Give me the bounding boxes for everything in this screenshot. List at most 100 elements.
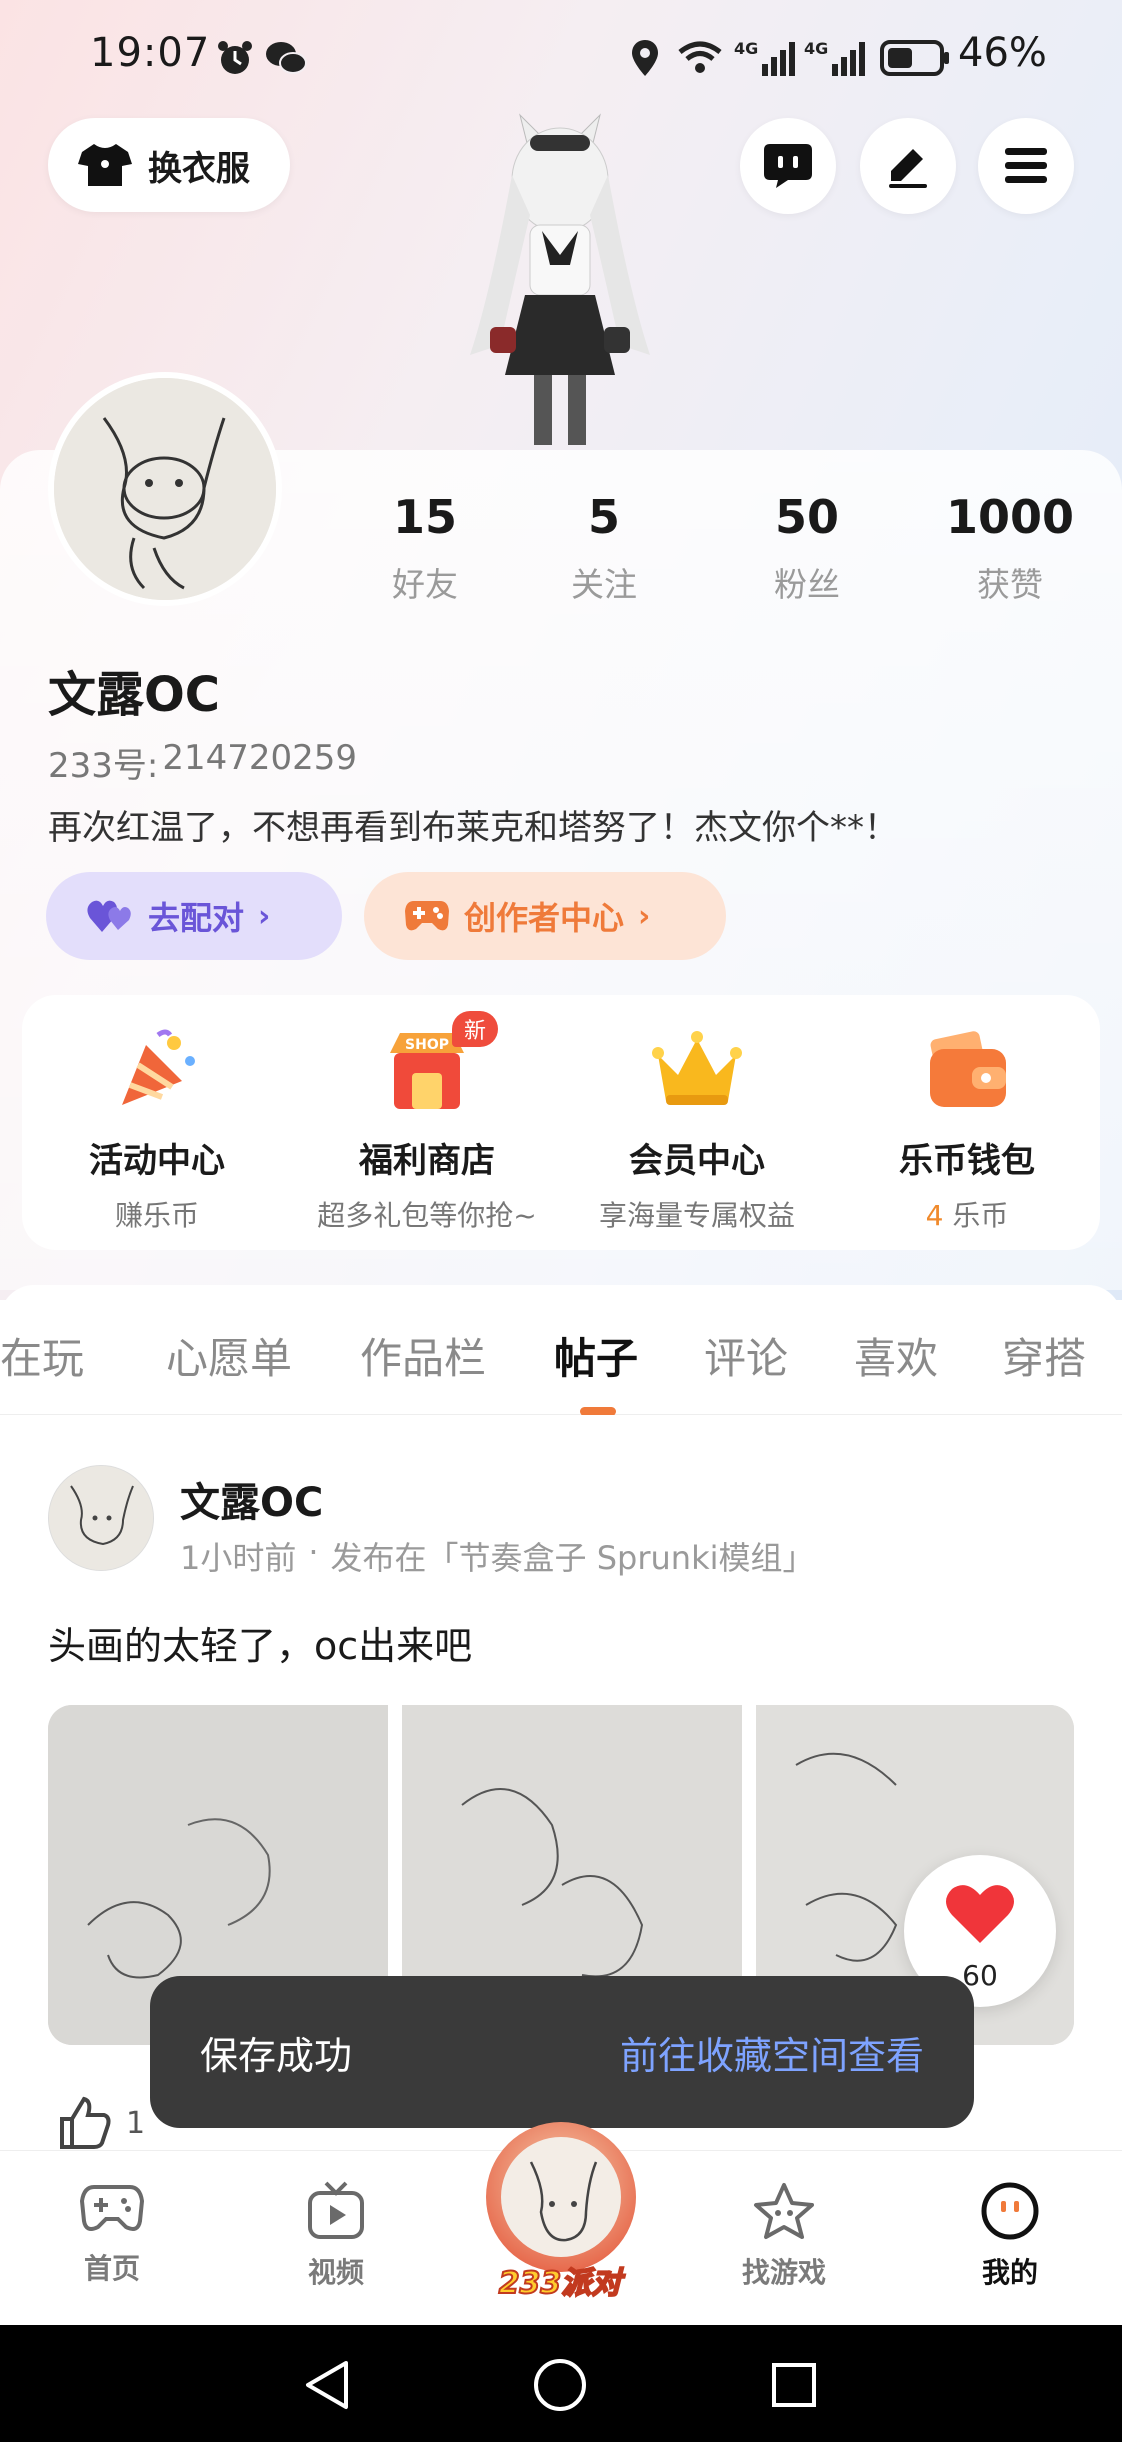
nav-233-party[interactable]: 233派对: [480, 2112, 640, 2312]
shortcut-wallet-sub: 4 乐币: [832, 1194, 1102, 1234]
stat-following-label: 关注: [571, 565, 637, 604]
nav-find-games-label: 找游戏: [741, 2256, 826, 2289]
svg-text:4G: 4G: [804, 39, 828, 58]
tab-outfits[interactable]: 穿搭: [1002, 1325, 1086, 1386]
post-author-avatar[interactable]: [48, 1465, 154, 1571]
wechat-icon: [266, 42, 307, 74]
profile-face-icon: [981, 2182, 1039, 2240]
tab-wishlist[interactable]: 心愿单: [166, 1325, 292, 1386]
new-badge: 新: [452, 1011, 499, 1047]
meta-dot: ·: [308, 1533, 319, 1571]
profile-nickname: 文露OC: [48, 667, 221, 723]
system-navigation-bar: [0, 2325, 1122, 2442]
home-circle-icon[interactable]: [532, 2357, 588, 2413]
thumbs-up-icon[interactable]: [56, 2095, 112, 2150]
messages-button[interactable]: [740, 118, 836, 214]
chevron-right-icon: ›: [638, 898, 651, 934]
tshirt-icon: [78, 144, 132, 186]
post-text[interactable]: 头画的太轻了，oc出来吧: [48, 1615, 472, 1670]
menu-button[interactable]: [978, 118, 1074, 214]
stat-following-value: 5: [587, 490, 620, 544]
change-outfit-label: 换衣服: [148, 148, 250, 189]
post-time: 1小时前: [180, 1539, 297, 1577]
shortcut-member-center[interactable]: 会员中心 享海量专属权益: [562, 1025, 832, 1234]
post-location[interactable]: 发布在「节奏盒子 Sprunki模组」: [331, 1533, 815, 1579]
post-author-name[interactable]: 文露OC: [180, 1470, 323, 1528]
go-match-button[interactable]: 去配对 ›: [46, 872, 342, 960]
double-heart-icon: [87, 900, 131, 932]
3d-avatar-character[interactable]: [430, 95, 690, 455]
shortcut-shop-title: 福利商店: [359, 1141, 495, 1181]
nav-me-label: 我的: [981, 2256, 1038, 2289]
chevron-right-icon: ›: [258, 898, 271, 934]
wallet-icon: [930, 1031, 1006, 1107]
shortcut-shop-sub: 超多礼包等你抢~: [317, 1199, 537, 1232]
shortcut-panel: 活动中心 赚乐币 SHOP 新 福利商店 超多礼包等你抢~ 会员中心 享海量专属…: [22, 995, 1100, 1250]
creator-center-button[interactable]: 创作者中心 ›: [364, 872, 726, 960]
shortcut-member-title: 会员中心: [629, 1141, 765, 1181]
stat-following[interactable]: 5 关注: [514, 490, 694, 606]
shortcut-member-sub: 享海量专属权益: [598, 1199, 795, 1232]
nav-me[interactable]: 我的: [930, 2181, 1090, 2291]
uid-label: 233号:: [48, 746, 159, 786]
stat-friends-label: 好友: [392, 565, 458, 604]
shortcut-activity-center[interactable]: 活动中心 赚乐币: [22, 1025, 292, 1234]
recents-square-icon[interactable]: [768, 2357, 820, 2413]
avatar-sketch-image: [54, 378, 276, 600]
nav-find-games[interactable]: 找游戏: [704, 2181, 864, 2291]
profile-uid: 233号: 214720259: [48, 738, 357, 787]
post-like-count: 1: [126, 2105, 146, 2141]
profile-bio: 再次红温了，不想再看到布莱克和塔努了！杰文你个**！: [48, 808, 898, 848]
uid-value: 214720259: [162, 738, 358, 778]
shortcut-activity-title: 活动中心: [89, 1141, 225, 1181]
tab-works[interactable]: 作品栏: [360, 1325, 486, 1386]
nav-party-label: 233派对: [498, 2265, 623, 2302]
stat-likes[interactable]: 1000 获赞: [920, 490, 1100, 606]
shortcut-wallet-title: 乐币钱包: [899, 1141, 1035, 1181]
nav-video[interactable]: 视频: [256, 2181, 416, 2291]
shortcut-welfare-shop[interactable]: SHOP 新 福利商店 超多礼包等你抢~: [292, 1011, 562, 1234]
nav-home-label: 首页: [83, 2252, 140, 2285]
video-icon: [308, 2181, 364, 2239]
stat-friends[interactable]: 15 好友: [335, 490, 515, 606]
tab-posts[interactable]: 帖子: [554, 1325, 638, 1386]
creator-center-label: 创作者中心: [464, 899, 625, 937]
party-avatar-image: [501, 2137, 621, 2257]
stat-fans-value: 50: [774, 490, 839, 544]
battery-icon: [880, 40, 949, 76]
toast-view-collection-link[interactable]: 前往收藏空间查看: [620, 2025, 924, 2080]
signal-4g-icon-2: 4G: [804, 39, 865, 76]
tab-recently-playing[interactable]: 近在玩: [0, 1325, 84, 1386]
heart-icon: [946, 1885, 1014, 1943]
post-avatar-sketch: [49, 1466, 153, 1570]
profile-avatar[interactable]: [48, 372, 282, 606]
svg-text:4G: 4G: [734, 39, 758, 58]
go-match-label: 去配对: [148, 899, 245, 937]
status-time: 19:07: [90, 30, 211, 76]
stat-fans[interactable]: 50 粉丝: [717, 490, 897, 606]
party-popper-icon: [122, 1029, 195, 1105]
location-icon: [632, 40, 658, 76]
crown-icon: [652, 1031, 742, 1105]
discover-game-icon: [754, 2183, 814, 2239]
nav-video-label: 视频: [307, 2256, 364, 2289]
tab-comments[interactable]: 评论: [704, 1325, 788, 1386]
shop-sign-text: SHOP: [405, 1037, 449, 1053]
edit-profile-button[interactable]: [860, 118, 956, 214]
toast-message: 保存成功: [200, 2033, 353, 2078]
gamepad-icon: [405, 901, 449, 931]
stat-likes-label: 获赞: [977, 565, 1043, 604]
shortcut-coin-wallet[interactable]: 乐币钱包 4 乐币: [832, 1025, 1102, 1234]
battery-percent: 46%: [958, 30, 1047, 76]
wifi-icon: [678, 41, 722, 73]
coin-unit: 乐币: [943, 1199, 1009, 1232]
change-outfit-button[interactable]: 换衣服: [48, 118, 290, 212]
back-triangle-icon[interactable]: [300, 2357, 354, 2413]
post-actions: 1: [56, 2095, 145, 2150]
stat-fans-label: 粉丝: [774, 565, 840, 604]
gamepad-icon: [79, 2185, 145, 2231]
shortcut-activity-sub: 赚乐币: [114, 1199, 199, 1232]
tab-likes[interactable]: 喜欢: [854, 1325, 938, 1386]
nav-home[interactable]: 首页: [32, 2181, 192, 2287]
chat-icon: [764, 144, 812, 188]
